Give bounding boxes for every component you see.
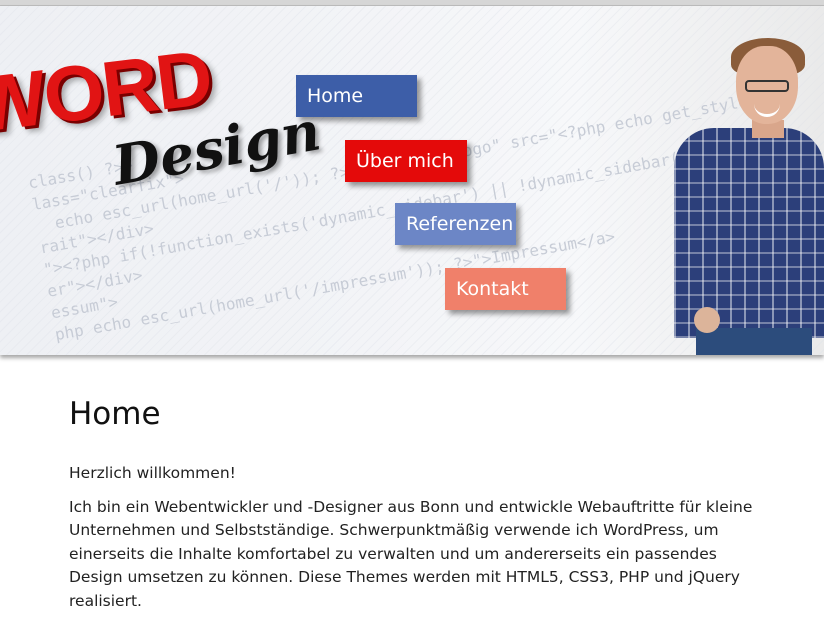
intro-paragraph: Ich bin ein Webentwickler und -Designer … [69, 497, 753, 610]
portrait-shirt [674, 128, 824, 338]
portrait-glasses [745, 80, 789, 92]
nav-about-button[interactable]: Über mich [345, 140, 467, 182]
page-title: Home [69, 396, 161, 432]
nav-references-button[interactable]: Referenzen [395, 203, 516, 245]
portrait-photo [660, 12, 824, 355]
main-content: Home Herzlich willkommen! Ich bin ein We… [69, 396, 759, 623]
nav-home-button[interactable]: Home [296, 75, 417, 117]
portrait-hand [694, 307, 720, 333]
portrait-jeans [696, 328, 812, 355]
greeting-text: Herzlich willkommen! [69, 464, 236, 482]
nav-contact-button[interactable]: Kontakt [445, 268, 566, 310]
